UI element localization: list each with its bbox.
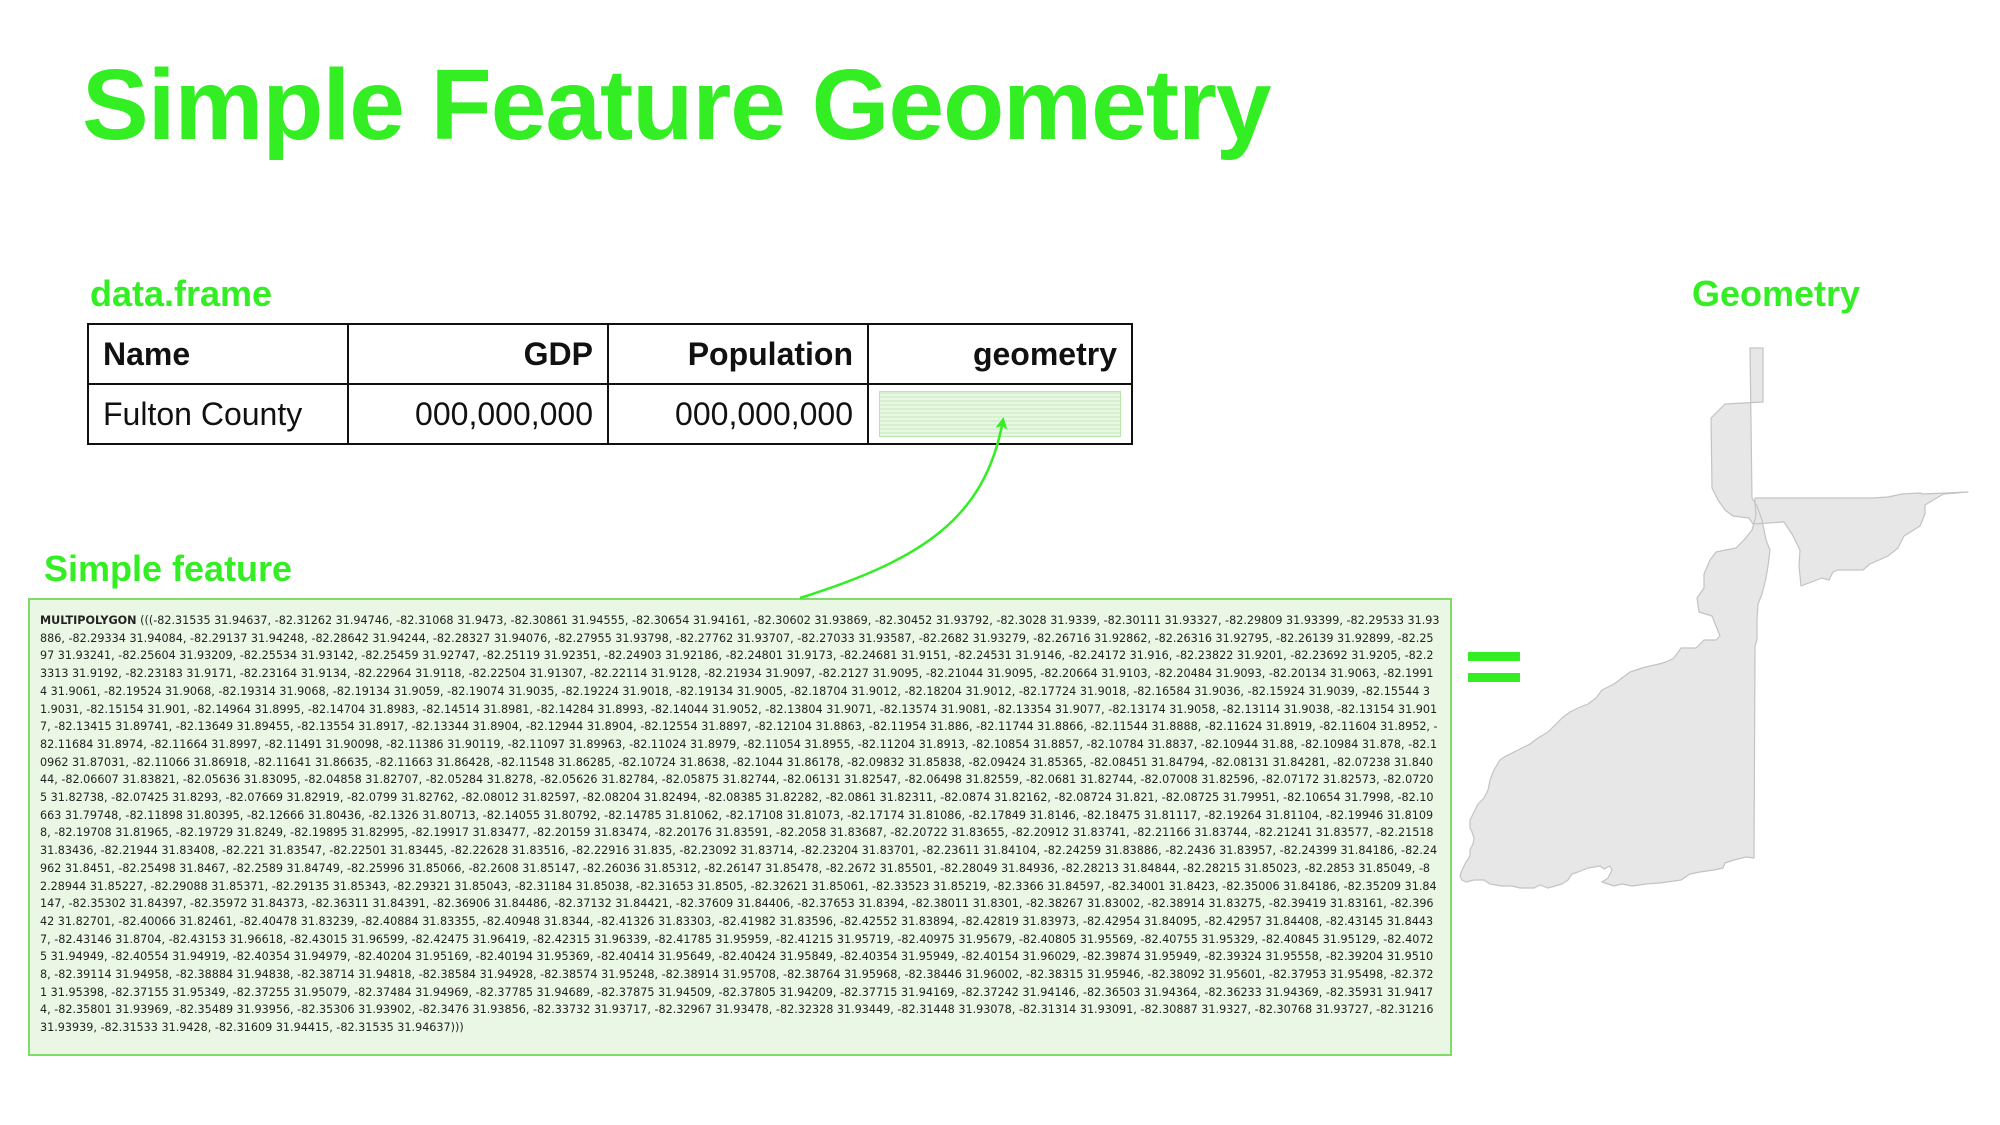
county-shape — [1459, 347, 1969, 889]
figure-overlay — [799, 347, 1969, 889]
connector-arrow — [799, 417, 1008, 600]
